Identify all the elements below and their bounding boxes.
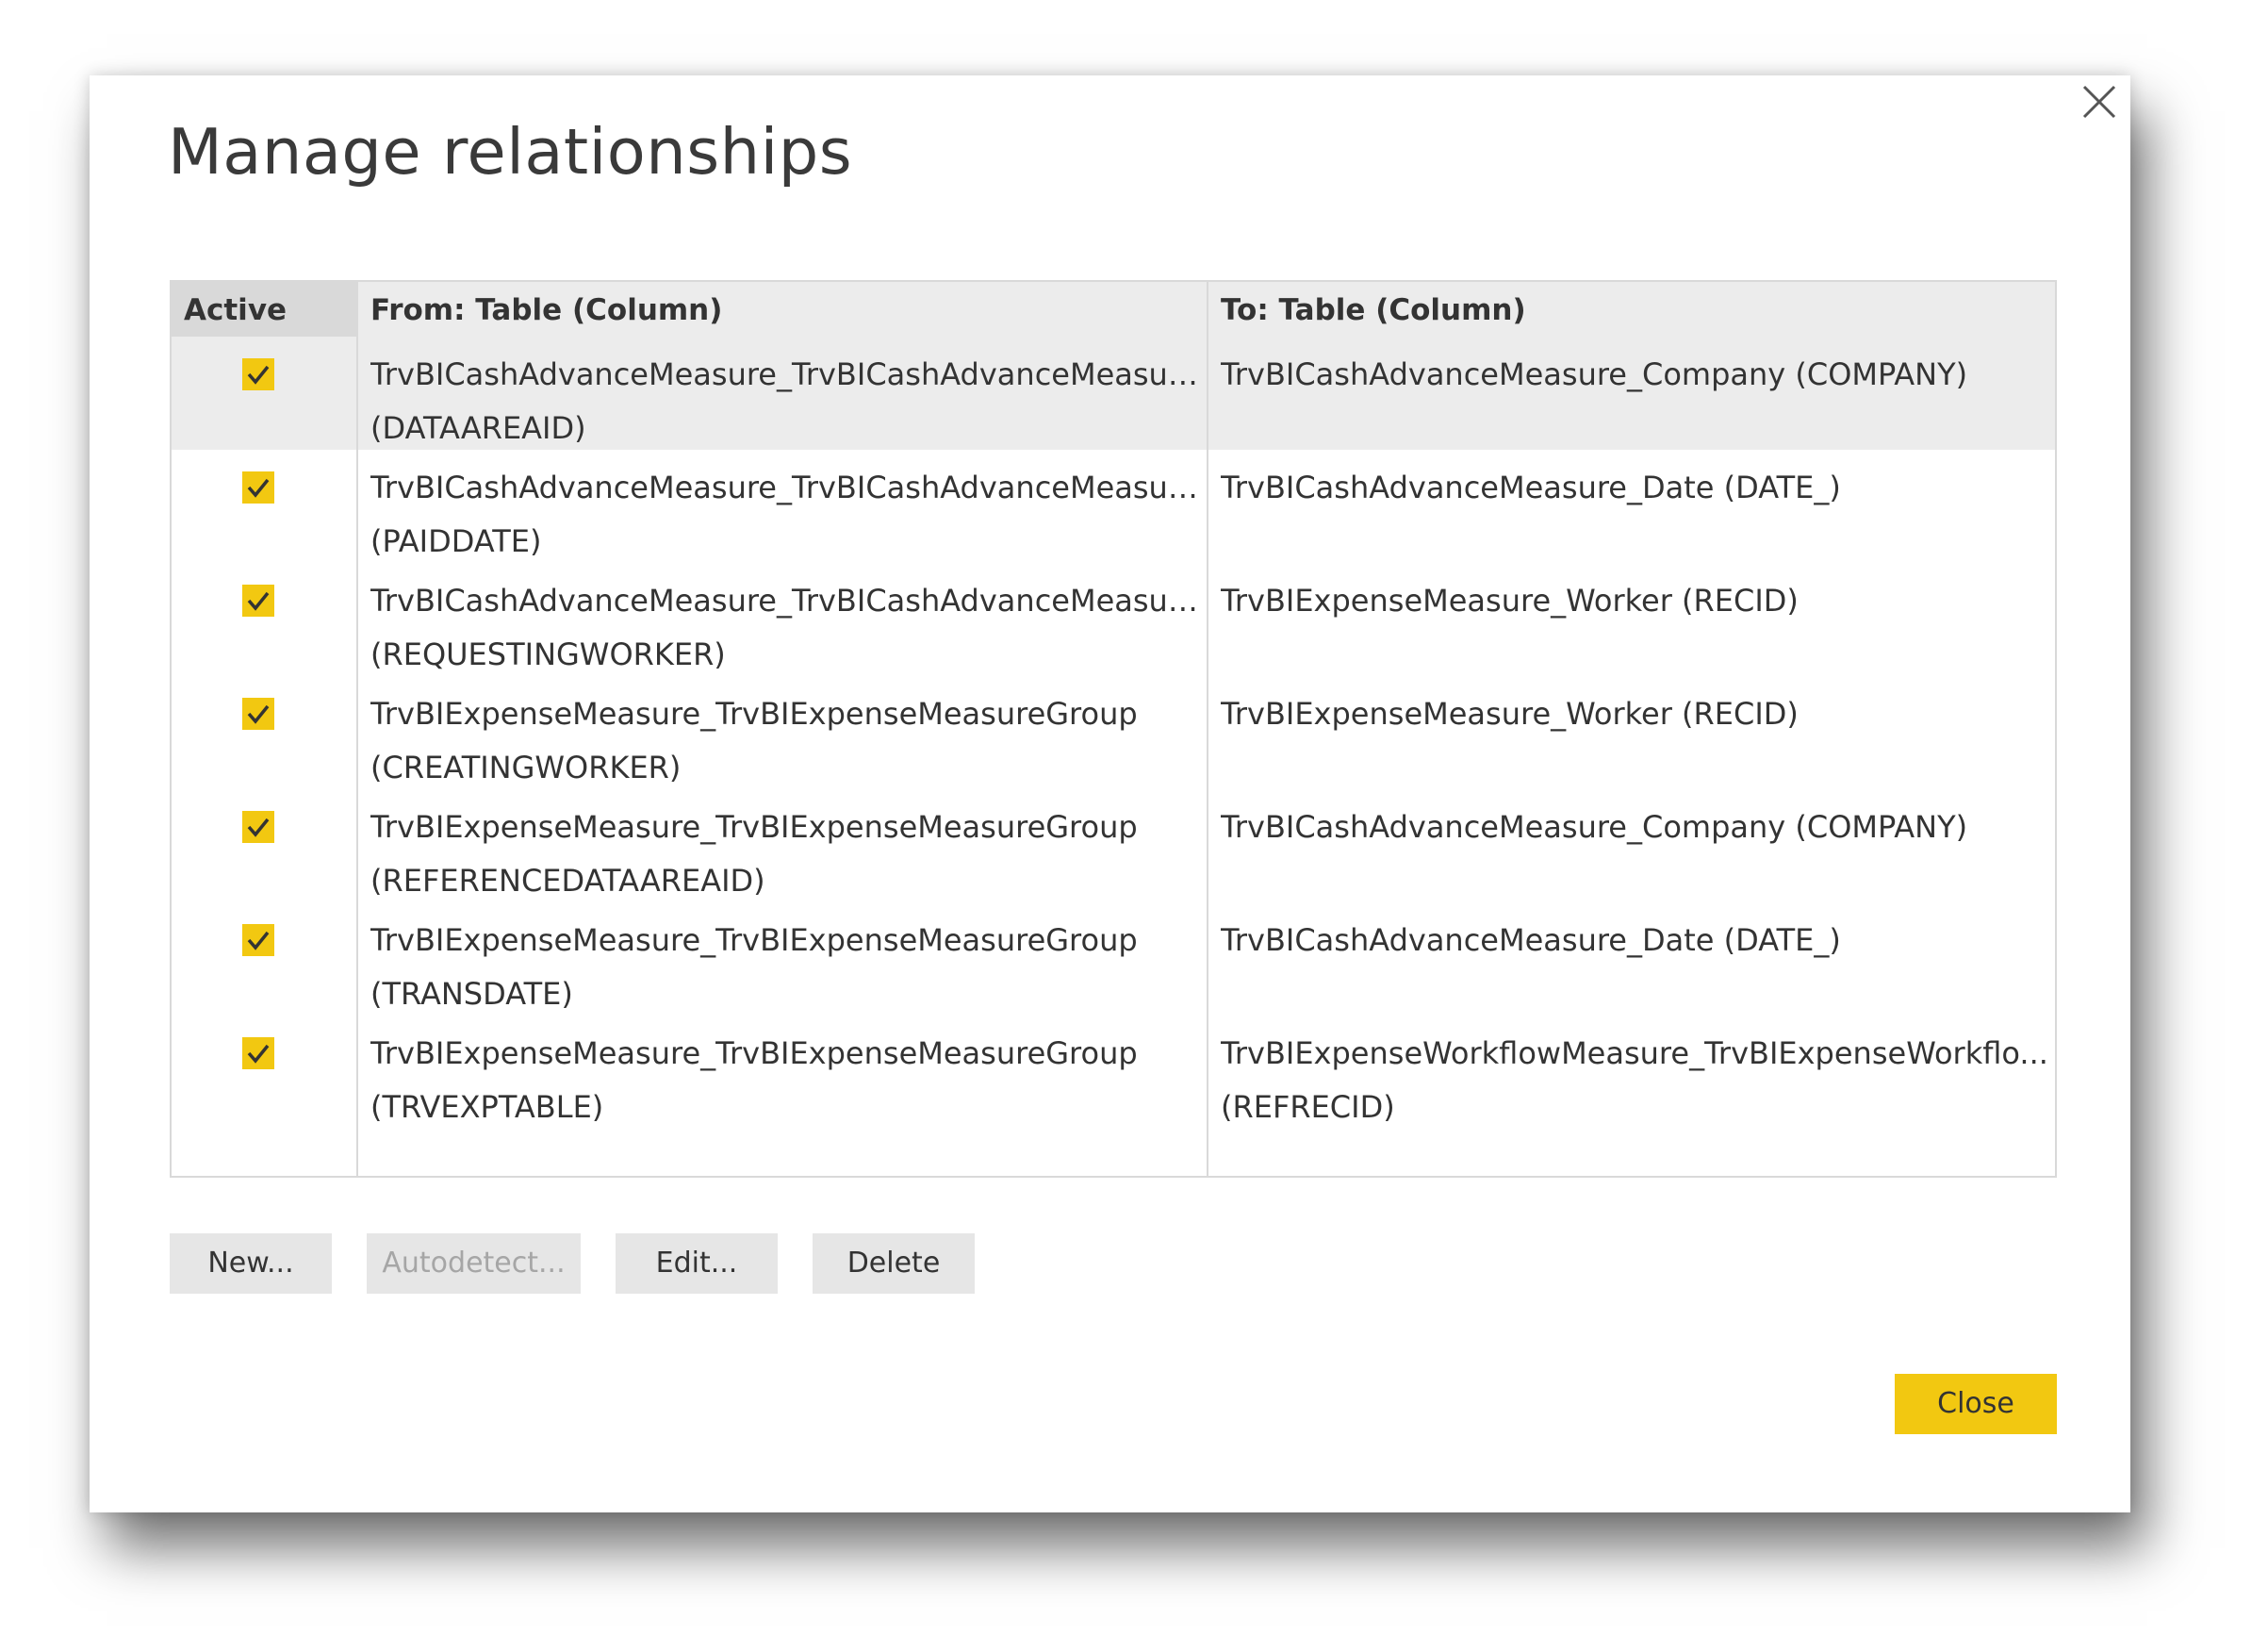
- to-cell: TrvBICashAdvanceMeasure_Date (DATE_): [1221, 461, 2050, 515]
- from-cell-text: TrvBICashAdvanceMeasure_TrvBICashAdvance…: [370, 356, 1198, 392]
- active-checkbox[interactable]: [242, 698, 274, 730]
- from-cell-text: (TRVEXPTABLE): [370, 1089, 604, 1125]
- checkmark-icon: [247, 931, 270, 950]
- to-cell-text: TrvBICashAdvanceMeasure_Company (COMPANY…: [1221, 356, 1968, 392]
- to-cell: TrvBIExpenseMeasure_Worker (RECID): [1221, 687, 2050, 741]
- from-cell-text: (PAIDDATE): [370, 523, 542, 559]
- checkmark-icon: [247, 365, 270, 385]
- dialog-title: Manage relationships: [168, 115, 853, 189]
- from-cell-text: TrvBIExpenseMeasure_TrvBIExpenseMeasureG…: [370, 1035, 1138, 1071]
- header-from[interactable]: From: Table (Column): [370, 293, 722, 327]
- to-cell-text: TrvBIExpenseMeasure_Worker (RECID): [1221, 583, 1799, 619]
- to-cell: TrvBICashAdvanceMeasure_Company (COMPANY…: [1221, 801, 2050, 854]
- table-row[interactable]: TrvBIExpenseMeasure_TrvBIExpenseMeasureG…: [172, 676, 2055, 789]
- from-cell-text: (TRANSDATE): [370, 976, 573, 1012]
- from-cell-text: TrvBIExpenseMeasure_TrvBIExpenseMeasureG…: [370, 922, 1138, 958]
- from-cell: TrvBICashAdvanceMeasure_TrvBICashAdvance…: [370, 461, 1198, 569]
- to-cell-text: TrvBIExpenseWorkflowMeasure_TrvBIExpense…: [1221, 1035, 2048, 1071]
- table-row[interactable]: TrvBIExpenseMeasure_TrvBIExpenseMeasureG…: [172, 789, 2055, 902]
- from-cell-text: TrvBICashAdvanceMeasure_TrvBICashAdvance…: [370, 470, 1198, 505]
- active-checkbox[interactable]: [242, 1037, 274, 1069]
- to-cell-text: (REFRECID): [1221, 1089, 1395, 1125]
- to-cell-text: TrvBICashAdvanceMeasure_Date (DATE_): [1221, 470, 1841, 505]
- from-cell: TrvBIExpenseMeasure_TrvBIExpenseMeasureG…: [370, 687, 1198, 795]
- autodetect-button[interactable]: Autodetect...: [367, 1233, 581, 1294]
- from-cell: TrvBIExpenseMeasure_TrvBIExpenseMeasureG…: [370, 801, 1198, 908]
- from-cell: TrvBIExpenseMeasure_TrvBIExpenseMeasureG…: [370, 1027, 1198, 1134]
- table-row[interactable]: TrvBIExpenseMeasure_TrvBIExpenseMeasureG…: [172, 902, 2055, 1016]
- table-row[interactable]: TrvBICashAdvanceMeasure_TrvBICashAdvance…: [172, 337, 2055, 450]
- to-cell: TrvBIExpenseWorkflowMeasure_TrvBIExpense…: [1221, 1027, 2050, 1134]
- relationships-grid: Active From: Table (Column) To: Table (C…: [170, 280, 2057, 1178]
- active-checkbox[interactable]: [242, 924, 274, 956]
- from-cell-text: (REFERENCEDATAAREAID): [370, 863, 765, 899]
- from-cell: TrvBICashAdvanceMeasure_TrvBICashAdvance…: [370, 574, 1198, 682]
- delete-button[interactable]: Delete: [813, 1233, 975, 1294]
- new-button[interactable]: New...: [170, 1233, 332, 1294]
- header-active[interactable]: Active: [184, 293, 287, 327]
- active-checkbox[interactable]: [242, 585, 274, 617]
- grid-header: Active From: Table (Column) To: Table (C…: [172, 282, 2055, 337]
- from-cell: TrvBIExpenseMeasure_TrvBIExpenseMeasureG…: [370, 914, 1198, 1021]
- checkmark-icon: [247, 478, 270, 498]
- header-to[interactable]: To: Table (Column): [1221, 293, 1526, 327]
- to-cell-text: TrvBICashAdvanceMeasure_Company (COMPANY…: [1221, 809, 1968, 845]
- from-cell-text: (DATAAREAID): [370, 410, 586, 446]
- close-button[interactable]: Close: [1895, 1374, 2057, 1434]
- to-cell-text: TrvBICashAdvanceMeasure_Date (DATE_): [1221, 922, 1841, 958]
- from-cell-text: TrvBICashAdvanceMeasure_TrvBICashAdvance…: [370, 583, 1198, 619]
- table-row[interactable]: TrvBICashAdvanceMeasure_TrvBICashAdvance…: [172, 563, 2055, 676]
- to-cell: TrvBICashAdvanceMeasure_Date (DATE_): [1221, 914, 2050, 967]
- from-cell-text: TrvBIExpenseMeasure_TrvBIExpenseMeasureG…: [370, 809, 1138, 845]
- column-divider: [356, 282, 358, 1176]
- active-checkbox[interactable]: [242, 471, 274, 504]
- active-checkbox[interactable]: [242, 811, 274, 843]
- table-row[interactable]: TrvBICashAdvanceMeasure_TrvBICashAdvance…: [172, 450, 2055, 563]
- active-checkbox[interactable]: [242, 358, 274, 390]
- from-cell-text: (REQUESTINGWORKER): [370, 636, 726, 672]
- close-icon[interactable]: [2067, 83, 2124, 124]
- from-cell-text: (CREATINGWORKER): [370, 750, 682, 785]
- to-cell-text: TrvBIExpenseMeasure_Worker (RECID): [1221, 696, 1799, 732]
- to-cell: TrvBICashAdvanceMeasure_Company (COMPANY…: [1221, 348, 2050, 402]
- table-row[interactable]: TrvBIExpenseMeasure_TrvBIExpenseMeasureG…: [172, 1016, 2055, 1129]
- to-cell: TrvBIExpenseMeasure_Worker (RECID): [1221, 574, 2050, 628]
- column-divider: [1207, 282, 1208, 1176]
- checkmark-icon: [247, 704, 270, 724]
- checkmark-icon: [247, 1044, 270, 1064]
- from-cell: TrvBICashAdvanceMeasure_TrvBICashAdvance…: [370, 348, 1198, 455]
- checkmark-icon: [247, 818, 270, 837]
- edit-button[interactable]: Edit...: [616, 1233, 778, 1294]
- checkmark-icon: [247, 591, 270, 611]
- from-cell-text: TrvBIExpenseMeasure_TrvBIExpenseMeasureG…: [370, 696, 1138, 732]
